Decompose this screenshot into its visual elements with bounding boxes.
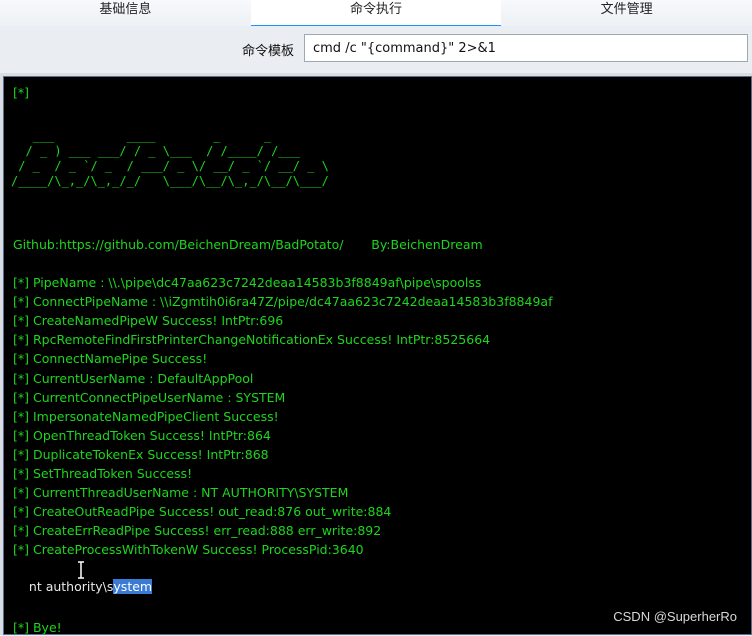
tab-command-exec[interactable]: 命令执行 <box>250 0 502 27</box>
log-line: [*] RpcRemoteFindFirstPrinterChangeNotif… <box>13 332 491 348</box>
log-line: [*] CreateOutReadPipe Success! out_read:… <box>13 504 392 520</box>
ascii-art-banner: ___ ____ _ _ / _ ) ___ ___/ / _ \___ / /… <box>11 129 329 188</box>
log-line: [*] CreateNamedPipeW Success! IntPtr:696 <box>13 313 284 329</box>
log-line: [*] CurrentConnectPipeUserName : SYSTEM <box>13 389 286 405</box>
output-plain-text: nt authority\s <box>28 579 114 594</box>
log-line: [*] CreateErrReadPipe Success! err_read:… <box>13 523 382 539</box>
text-cursor-icon <box>78 561 84 579</box>
tab-file-manager[interactable]: 文件管理 <box>501 0 752 26</box>
console-output[interactable]: [*] ___ ____ _ _ / _ ) ___ ___/ / _ \___… <box>3 76 752 635</box>
log-line: [*] CurrentThreadUserName : NT AUTHORITY… <box>13 485 349 501</box>
log-line: [*] DuplicateTokenEx Success! IntPtr:868 <box>13 446 269 462</box>
command-template-row: 命令模板 <box>0 26 752 72</box>
log-line: [*] PipeName : \\.\pipe\dc47aa623c7242de… <box>13 275 482 290</box>
tab-basic-info[interactable]: 基础信息 <box>0 0 251 26</box>
watermark: CSDN @SuperherRo <box>613 609 737 624</box>
github-line: Github:https://github.com/BeichenDream/B… <box>13 237 483 252</box>
log-line: [*] OpenThreadToken Success! IntPtr:864 <box>13 427 271 443</box>
log-line: [*] ConnectPipeName : \\iZgmtih0i6ra47Z/… <box>13 294 553 310</box>
log-line: [*] ConnectNamePipe Success! <box>13 351 208 367</box>
bye-line: [*] Bye! <box>13 620 62 635</box>
output-selected-text: ystem <box>113 579 153 594</box>
console-line-start: [*] <box>13 85 30 100</box>
command-template-input[interactable] <box>304 34 748 62</box>
log-line: [*] SetThreadToken Success! <box>13 466 193 481</box>
command-output-line[interactable]: nt authority\system <box>13 561 153 627</box>
log-line: [*] ImpersonateNamedPipeClient Success! <box>13 408 279 424</box>
log-line: [*] CurrentUserName : DefaultAppPool <box>13 370 254 386</box>
tab-bar: 基础信息 命令执行 文件管理 <box>0 0 752 27</box>
command-template-label: 命令模板 <box>242 44 295 59</box>
log-line: [*] CreateProcessWithTokenW Success! Pro… <box>13 542 364 558</box>
